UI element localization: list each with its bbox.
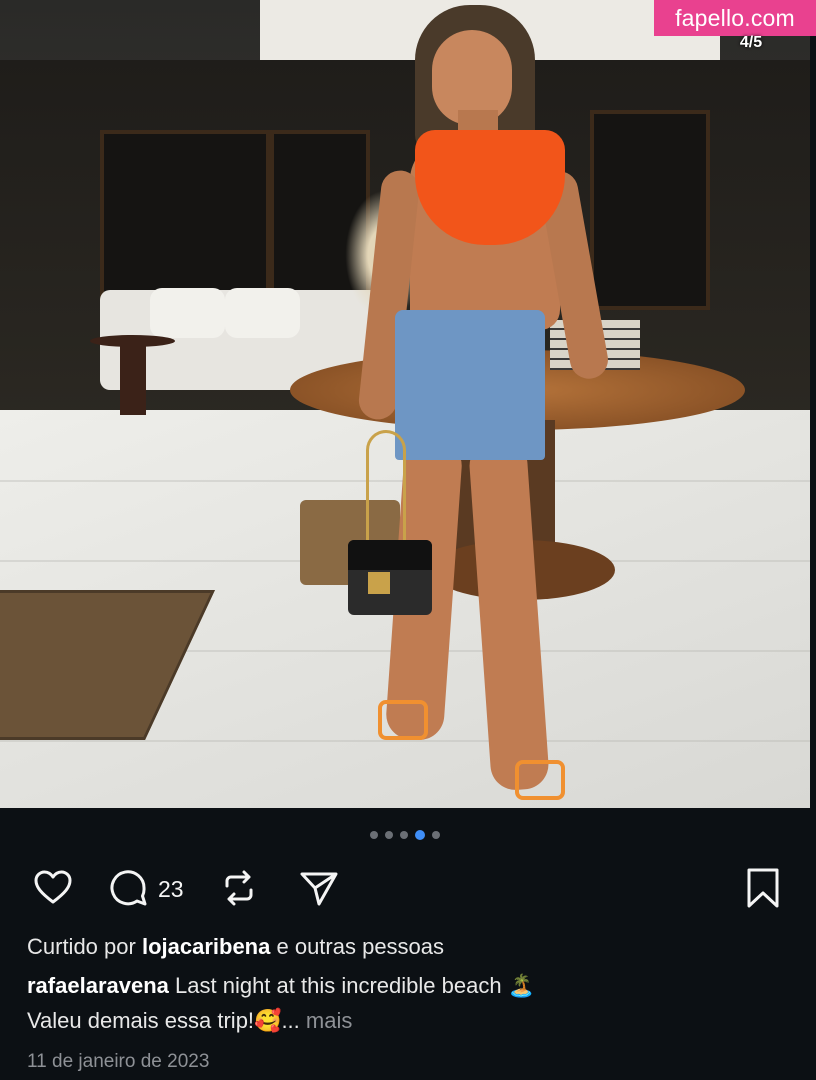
carousel-dot[interactable] [432, 831, 440, 839]
comment-count[interactable]: 23 [158, 876, 184, 903]
liked-by-username[interactable]: lojacaribena [142, 934, 270, 959]
caption-text-line2: Valeu demais essa trip!🥰 [27, 1008, 282, 1033]
photo-cushion [225, 288, 300, 338]
carousel-dot[interactable] [370, 831, 378, 839]
post-action-bar: 23 [0, 860, 816, 916]
carousel-dot[interactable] [400, 831, 408, 839]
photo-bag-strap [366, 430, 406, 542]
photo-side-table-leg [120, 345, 146, 415]
photo-cushion [150, 288, 225, 338]
repost-button[interactable] [216, 866, 262, 910]
like-button[interactable] [30, 866, 76, 910]
photo-sandal [378, 700, 428, 740]
photo-edge [810, 0, 816, 808]
photo-window [100, 130, 270, 300]
caption-author[interactable]: rafaelaravena [27, 973, 169, 998]
caption-text-line1: Last night at this incredible beach 🏝️ [175, 973, 536, 998]
photo-floor-line [0, 740, 810, 742]
comment-button[interactable] [105, 866, 151, 910]
post-photo[interactable] [0, 0, 810, 808]
photo-handbag-clasp [368, 572, 390, 594]
carousel-counter: 4/5 [739, 34, 763, 51]
photo-denim-shorts [395, 310, 545, 460]
bookmark-button[interactable] [740, 866, 786, 910]
carousel-dot-active[interactable] [415, 830, 425, 840]
caption-line2: Valeu demais essa trip!🥰... mais [27, 1008, 352, 1034]
share-button[interactable] [296, 866, 342, 910]
post-date: 11 de janeiro de 2023 [27, 1051, 210, 1072]
photo-window [590, 110, 710, 310]
carousel-dot[interactable] [385, 831, 393, 839]
caption-ellipsis: ... [281, 1008, 300, 1033]
send-icon [300, 872, 338, 906]
photo-sandal [515, 760, 565, 800]
carousel-dots [370, 829, 440, 841]
watermark: fapello.com [654, 0, 816, 36]
heart-icon [34, 870, 72, 904]
caption: rafaelaravena Last night at this incredi… [27, 973, 535, 999]
likes-summary[interactable]: Curtido por lojacaribena e outras pessoa… [27, 934, 444, 960]
likes-prefix: Curtido por [27, 934, 136, 959]
likes-suffix: e outras pessoas [276, 934, 445, 959]
repost-icon [225, 870, 253, 906]
bookmark-icon [747, 868, 779, 908]
comment-icon [110, 870, 147, 906]
caption-more-link[interactable]: mais [306, 1008, 352, 1033]
photo-handbag-flap [348, 540, 432, 570]
